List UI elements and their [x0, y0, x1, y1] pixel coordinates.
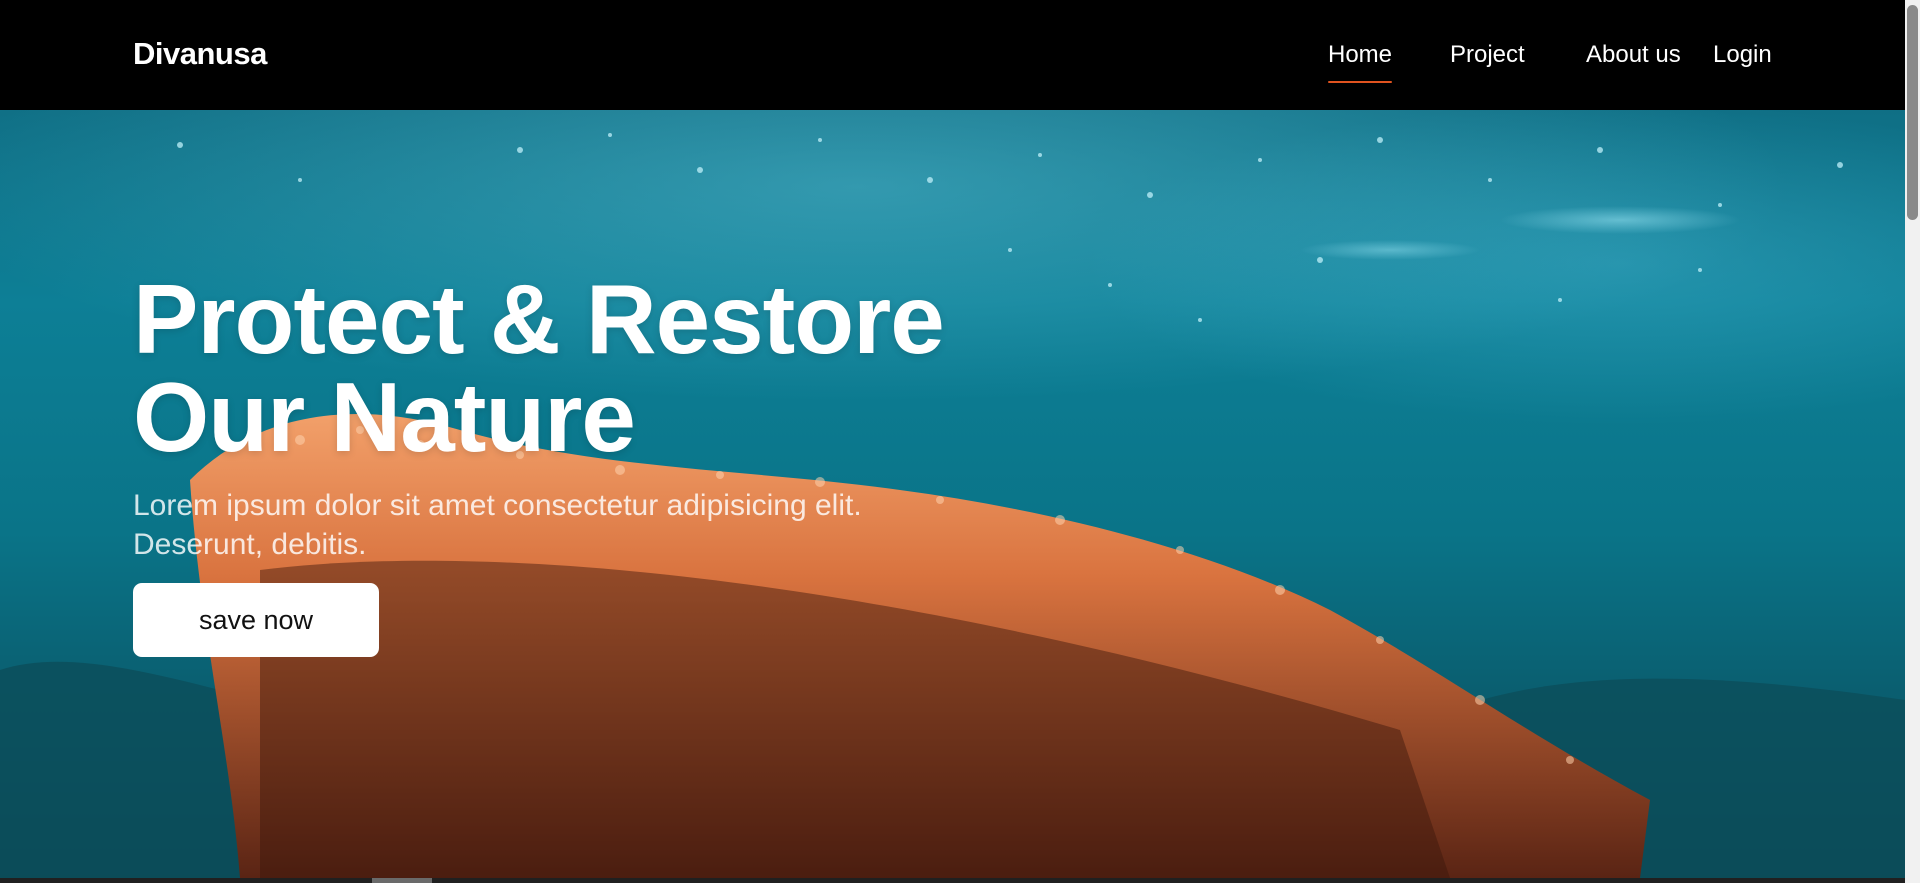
hero-title: Protect & Restore Our Nature [133, 264, 945, 472]
nav-login-link[interactable]: Login [1713, 40, 1772, 70]
hero-title-line-2: Our Nature [133, 362, 636, 472]
page: Divanusa Home Project About us Login Pro… [0, 0, 1905, 878]
hero-subtitle-line-2: Deserunt, debitis. [133, 528, 367, 561]
nav-home-link[interactable]: Home [1328, 40, 1393, 83]
horizontal-scrollbar-thumb[interactable] [372, 878, 432, 883]
hero-section: Protect & Restore Our Nature Lorem ipsum… [0, 110, 1905, 878]
nav-project-link[interactable]: Project [1450, 40, 1525, 70]
nav-about-link[interactable]: About us [1586, 40, 1681, 70]
hero-subtitle-line-1: Lorem ipsum dolor sit amet consectetur a… [133, 489, 862, 522]
hero-subtitle: Lorem ipsum dolor sit amet consectetur a… [133, 486, 1033, 564]
hero-title-line-1: Protect & Restore [133, 264, 945, 374]
save-now-button[interactable]: save now [133, 583, 379, 657]
vertical-scrollbar[interactable] [1905, 0, 1920, 883]
top-navbar: Divanusa Home Project About us Login [0, 0, 1905, 110]
main-nav: Home Project About us Login [0, 40, 1905, 90]
horizontal-scrollbar[interactable] [0, 878, 1905, 883]
vertical-scrollbar-thumb[interactable] [1907, 5, 1918, 220]
